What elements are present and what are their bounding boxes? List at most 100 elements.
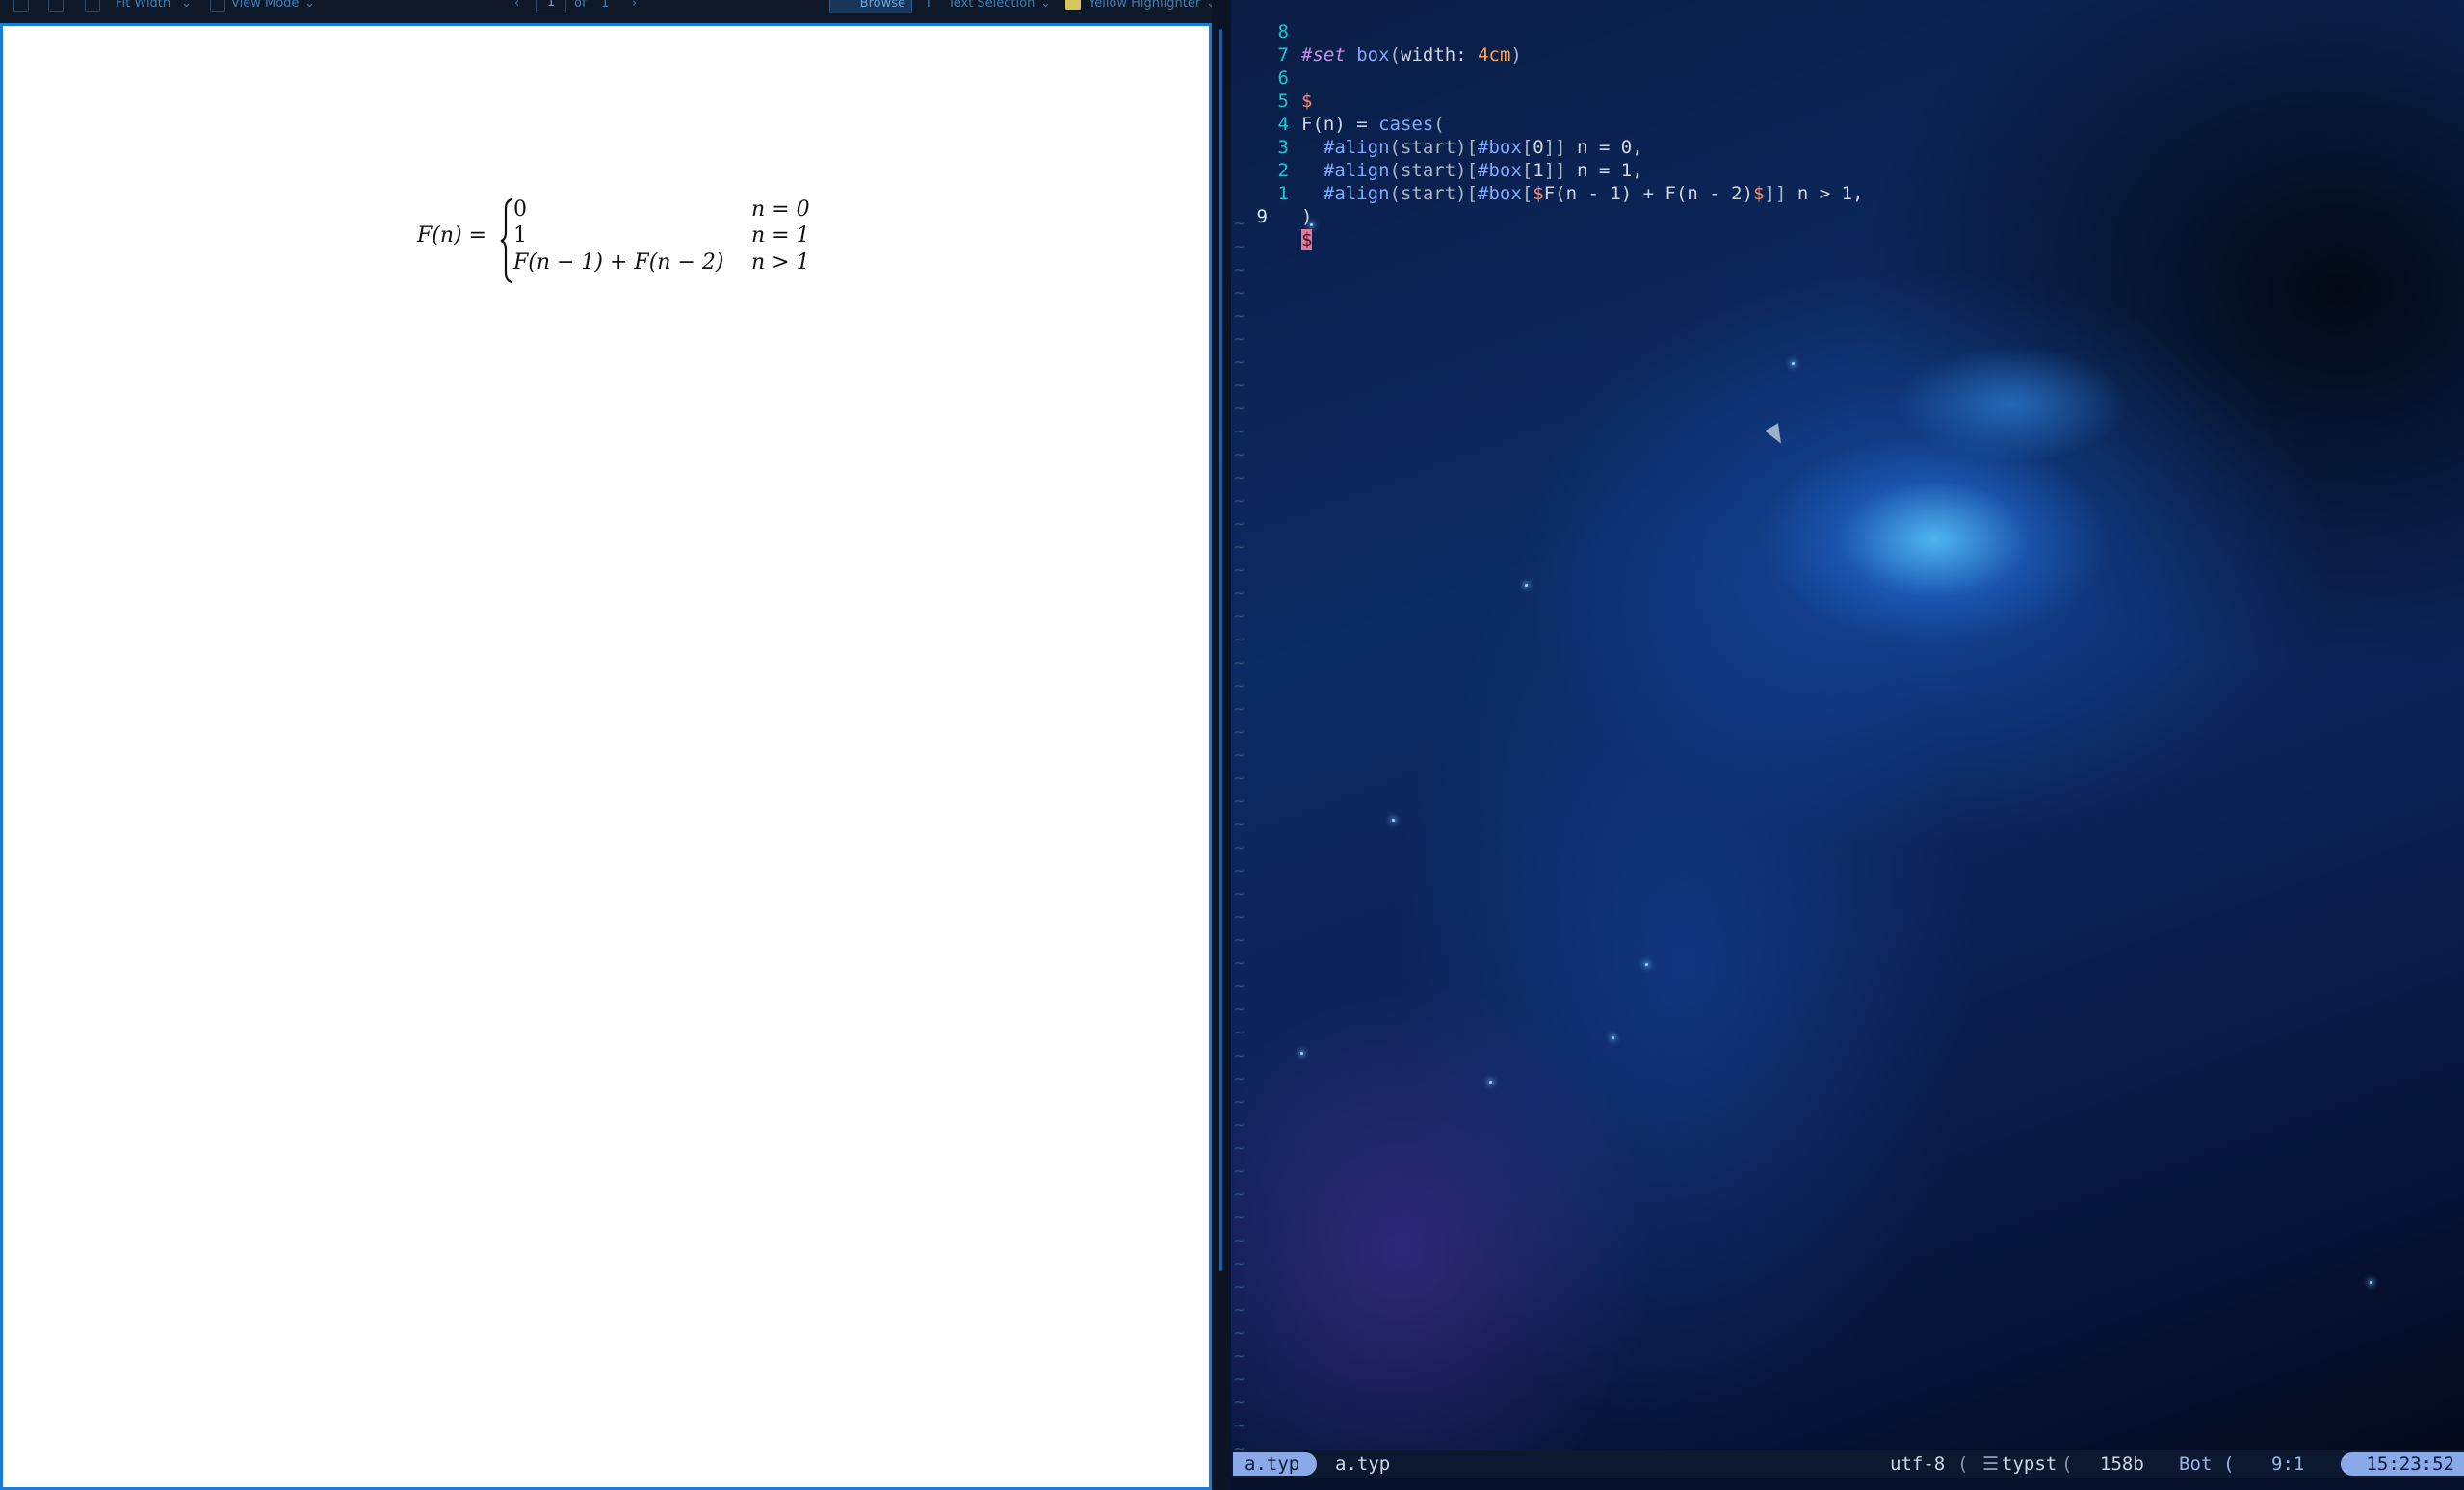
statusline-buffer-tab[interactable]: a.typ — [1233, 1452, 1318, 1476]
left-brace — [500, 197, 513, 284]
empty-line-marker: ~ — [1234, 1046, 1245, 1066]
filetype-icon: ☰ — [1982, 1453, 2000, 1475]
code-line: 2 #align(start)[#box[$F(n - 1) + F(n - 2… — [1231, 136, 2464, 204]
text-selection-icon: Ⅰ — [927, 0, 931, 11]
next-page-icon[interactable]: › — [632, 0, 637, 13]
equation-lhs: F(n) = — [417, 223, 487, 248]
code-line: 4 #align(start)[#box[0]] n = 0, — [1231, 90, 2464, 158]
mouse-pointer-icon — [1765, 423, 1788, 448]
empty-line-marker: ~ — [1234, 699, 1245, 719]
empty-line-marker: ~ — [1234, 1346, 1245, 1367]
case-condition: n = 0 — [751, 197, 810, 222]
empty-line-marker: ~ — [1234, 399, 1245, 419]
star — [1525, 584, 1528, 587]
command-line[interactable] — [1231, 1478, 2464, 1490]
empty-line-marker: ~ — [1234, 445, 1245, 465]
case-condition: n > 1 — [751, 250, 810, 274]
case-value: 1 — [513, 223, 527, 248]
chevron-down-icon[interactable]: ⌄ — [181, 0, 192, 13]
empty-line-marker: ~ — [1234, 1138, 1245, 1159]
page-number-input[interactable]: 1 — [536, 0, 566, 13]
highlighter-icon — [1065, 0, 1081, 10]
browse-tool-button[interactable]: Browse — [829, 0, 912, 13]
empty-line-marker: ~ — [1234, 1162, 1245, 1182]
empty-line-marker: ~ — [1234, 1254, 1245, 1274]
statusline-position: 9:1 — [2271, 1453, 2305, 1475]
view-mode-button[interactable]: View Mode — [231, 0, 299, 13]
empty-line-marker: ~ — [1234, 676, 1245, 696]
statusline-encoding: utf-8 — [1890, 1453, 1946, 1475]
empty-line-marker: ~ — [1234, 907, 1245, 928]
empty-line-marker: ~ — [1234, 283, 1245, 303]
empty-line-marker: ~ — [1234, 1115, 1245, 1136]
empty-line-marker: ~ — [1234, 514, 1245, 535]
viewer-scrollbar[interactable] — [1219, 29, 1222, 1271]
text-cursor[interactable]: $ — [1301, 229, 1313, 250]
viewer-toolbar: Fit Width ⌄ View Mode ⌄ ‹ 1 of 1 › Brows… — [0, 0, 1212, 23]
empty-line-marker: ~ — [1234, 884, 1245, 904]
empty-line-marker: ~ — [1234, 491, 1245, 511]
text-selection-tool[interactable]: Text Selection — [948, 0, 1035, 13]
empty-line-marker: ~ — [1234, 1300, 1245, 1320]
highlighter-tool[interactable]: Yellow Highlighter — [1088, 0, 1200, 13]
statusline-scroll: Bot — [2179, 1453, 2213, 1475]
page-of-label: of — [574, 0, 587, 11]
empty-line-marker: ~ — [1234, 1277, 1245, 1297]
code-line: 8 #set box(width: 4cm) — [1231, 0, 2464, 65]
case-value: 0 — [513, 197, 527, 222]
empty-line-marker: ~ — [1234, 584, 1245, 604]
code-line: 6 $ — [1231, 43, 2464, 112]
empty-line-marker: ~ — [1234, 653, 1245, 673]
statusline-filename: a.typ — [1335, 1453, 1391, 1475]
star — [1392, 819, 1395, 822]
empty-line-marker: ~ — [1234, 260, 1245, 280]
star — [2370, 1281, 2372, 1284]
empty-line-marker: ~ — [1234, 237, 1245, 257]
empty-line-marker: ~ — [1234, 954, 1245, 974]
empty-line-marker: ~ — [1234, 977, 1245, 997]
empty-line-marker: ~ — [1234, 214, 1245, 234]
empty-line-marker: ~ — [1234, 607, 1245, 627]
case-value: F(n − 1) + F(n − 2) — [513, 250, 724, 274]
star — [1792, 362, 1795, 365]
empty-line-marker: ~ — [1234, 861, 1245, 881]
empty-line-marker: ~ — [1234, 1069, 1245, 1089]
save-icon[interactable] — [13, 0, 29, 12]
separator-icon: ( — [1957, 1453, 1969, 1475]
document-page[interactable]: F(n) = 0 n = 0 1 n = 1 F(n − 1) + F(n − … — [6, 29, 1206, 1484]
separator-icon: ( — [2061, 1453, 2073, 1475]
empty-line-marker: ~ — [1234, 1000, 1245, 1020]
fit-width-icon[interactable] — [85, 0, 100, 12]
star — [1489, 1081, 1492, 1084]
empty-line-marker: ~ — [1234, 930, 1245, 951]
empty-line-marker: ~ — [1234, 722, 1245, 743]
code-line: 1 ) — [1231, 159, 2464, 227]
empty-line-marker: ~ — [1234, 792, 1245, 812]
empty-line-marker: ~ — [1234, 1185, 1245, 1205]
page-total-label: 1 — [601, 0, 610, 11]
empty-line-marker: ~ — [1234, 468, 1245, 488]
code-editor[interactable]: 8 #set box(width: 4cm) 7 6 $ 5 F(n) = ca… — [1231, 0, 2464, 1490]
chevron-down-icon[interactable]: ⌄ — [304, 0, 315, 13]
pdf-viewer: Fit Width ⌄ View Mode ⌄ ‹ 1 of 1 › Brows… — [0, 0, 1212, 1490]
empty-line-marker: ~ — [1234, 769, 1245, 789]
view-mode-icon[interactable] — [210, 0, 225, 12]
star — [1612, 1036, 1614, 1039]
print-icon[interactable] — [48, 0, 64, 12]
piecewise-equation: F(n) = 0 n = 0 1 n = 1 F(n − 1) + F(n − … — [417, 197, 822, 284]
zoom-mode-select[interactable]: Fit Width — [116, 0, 170, 13]
code-line-current: 9 $ — [1231, 182, 2464, 250]
statusline-filetype: typst — [2002, 1453, 2058, 1475]
empty-line-marker: ~ — [1234, 815, 1245, 835]
statusline-size: 158b — [2100, 1453, 2144, 1475]
empty-line-marker: ~ — [1234, 1231, 1245, 1251]
empty-line-marker: ~ — [1234, 1416, 1245, 1436]
empty-line-marker: ~ — [1234, 1370, 1245, 1390]
star — [1645, 963, 1648, 966]
previous-page-icon[interactable]: ‹ — [514, 0, 519, 13]
empty-line-marker: ~ — [1234, 1092, 1245, 1112]
chevron-down-icon[interactable]: ⌄ — [1040, 0, 1051, 13]
empty-line-marker: ~ — [1234, 1393, 1245, 1413]
code-line: 5 F(n) = cases( — [1231, 66, 2464, 135]
code-line: 7 — [1231, 20, 2464, 65]
